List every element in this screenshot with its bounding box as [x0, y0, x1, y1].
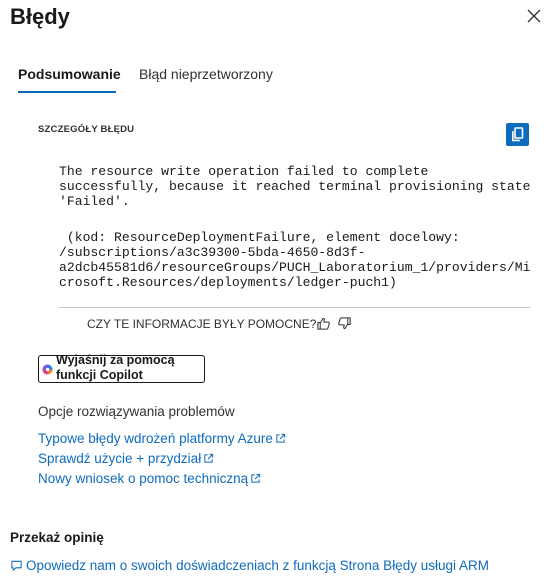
thumbs-down-icon[interactable] — [337, 316, 352, 331]
external-link-icon — [251, 473, 261, 483]
copy-icon[interactable] — [506, 123, 529, 146]
helpful-question: CZY TE INFORMACJE BYŁY POMOCNE? — [87, 317, 317, 331]
external-link-icon — [276, 433, 286, 443]
close-button[interactable] — [524, 6, 544, 26]
feedback-icon — [11, 560, 22, 571]
thumbs-down-button[interactable] — [337, 316, 352, 331]
divider — [59, 307, 530, 308]
troubleshooting-heading: Opcje rozwiązywania problemów — [38, 404, 235, 419]
copilot-icon — [42, 364, 53, 375]
link-usage-quota[interactable]: Sprawdź użycie + przydział — [38, 451, 214, 466]
tab-raw-error[interactable]: Błąd nieprzetworzony — [139, 66, 273, 82]
copilot-explain-button[interactable]: Wyjaśnij za pomocą funkcji Copilot — [38, 353, 205, 383]
error-message: The resource write operation failed to c… — [59, 164, 531, 209]
copilot-explain-label: Wyjaśnij za pomocą funkcji Copilot — [56, 353, 175, 382]
tab-summary[interactable]: Podsumowanie — [18, 66, 121, 82]
page-title: Błędy — [10, 4, 70, 29]
thumbs-up-button[interactable] — [316, 316, 331, 331]
external-link-icon — [204, 453, 214, 463]
active-tab-indicator — [18, 91, 116, 93]
error-code: (kod: ResourceDeploymentFailure, element… — [59, 230, 531, 290]
copy-button[interactable] — [506, 123, 529, 146]
link-support-request[interactable]: Nowy wniosek o pomoc techniczną — [38, 471, 261, 486]
feedback-link[interactable]: Opowiedz nam o swoich doświadczeniach z … — [10, 558, 489, 573]
thumbs-up-icon[interactable] — [316, 316, 331, 331]
error-details-heading: SZCZEGÓŁY BŁĘDU — [38, 124, 135, 135]
link-common-errors[interactable]: Typowe błędy wdrożeń platformy Azure — [38, 431, 286, 446]
close-icon[interactable] — [524, 6, 544, 26]
feedback-heading: Przekaż opinię — [10, 530, 104, 545]
